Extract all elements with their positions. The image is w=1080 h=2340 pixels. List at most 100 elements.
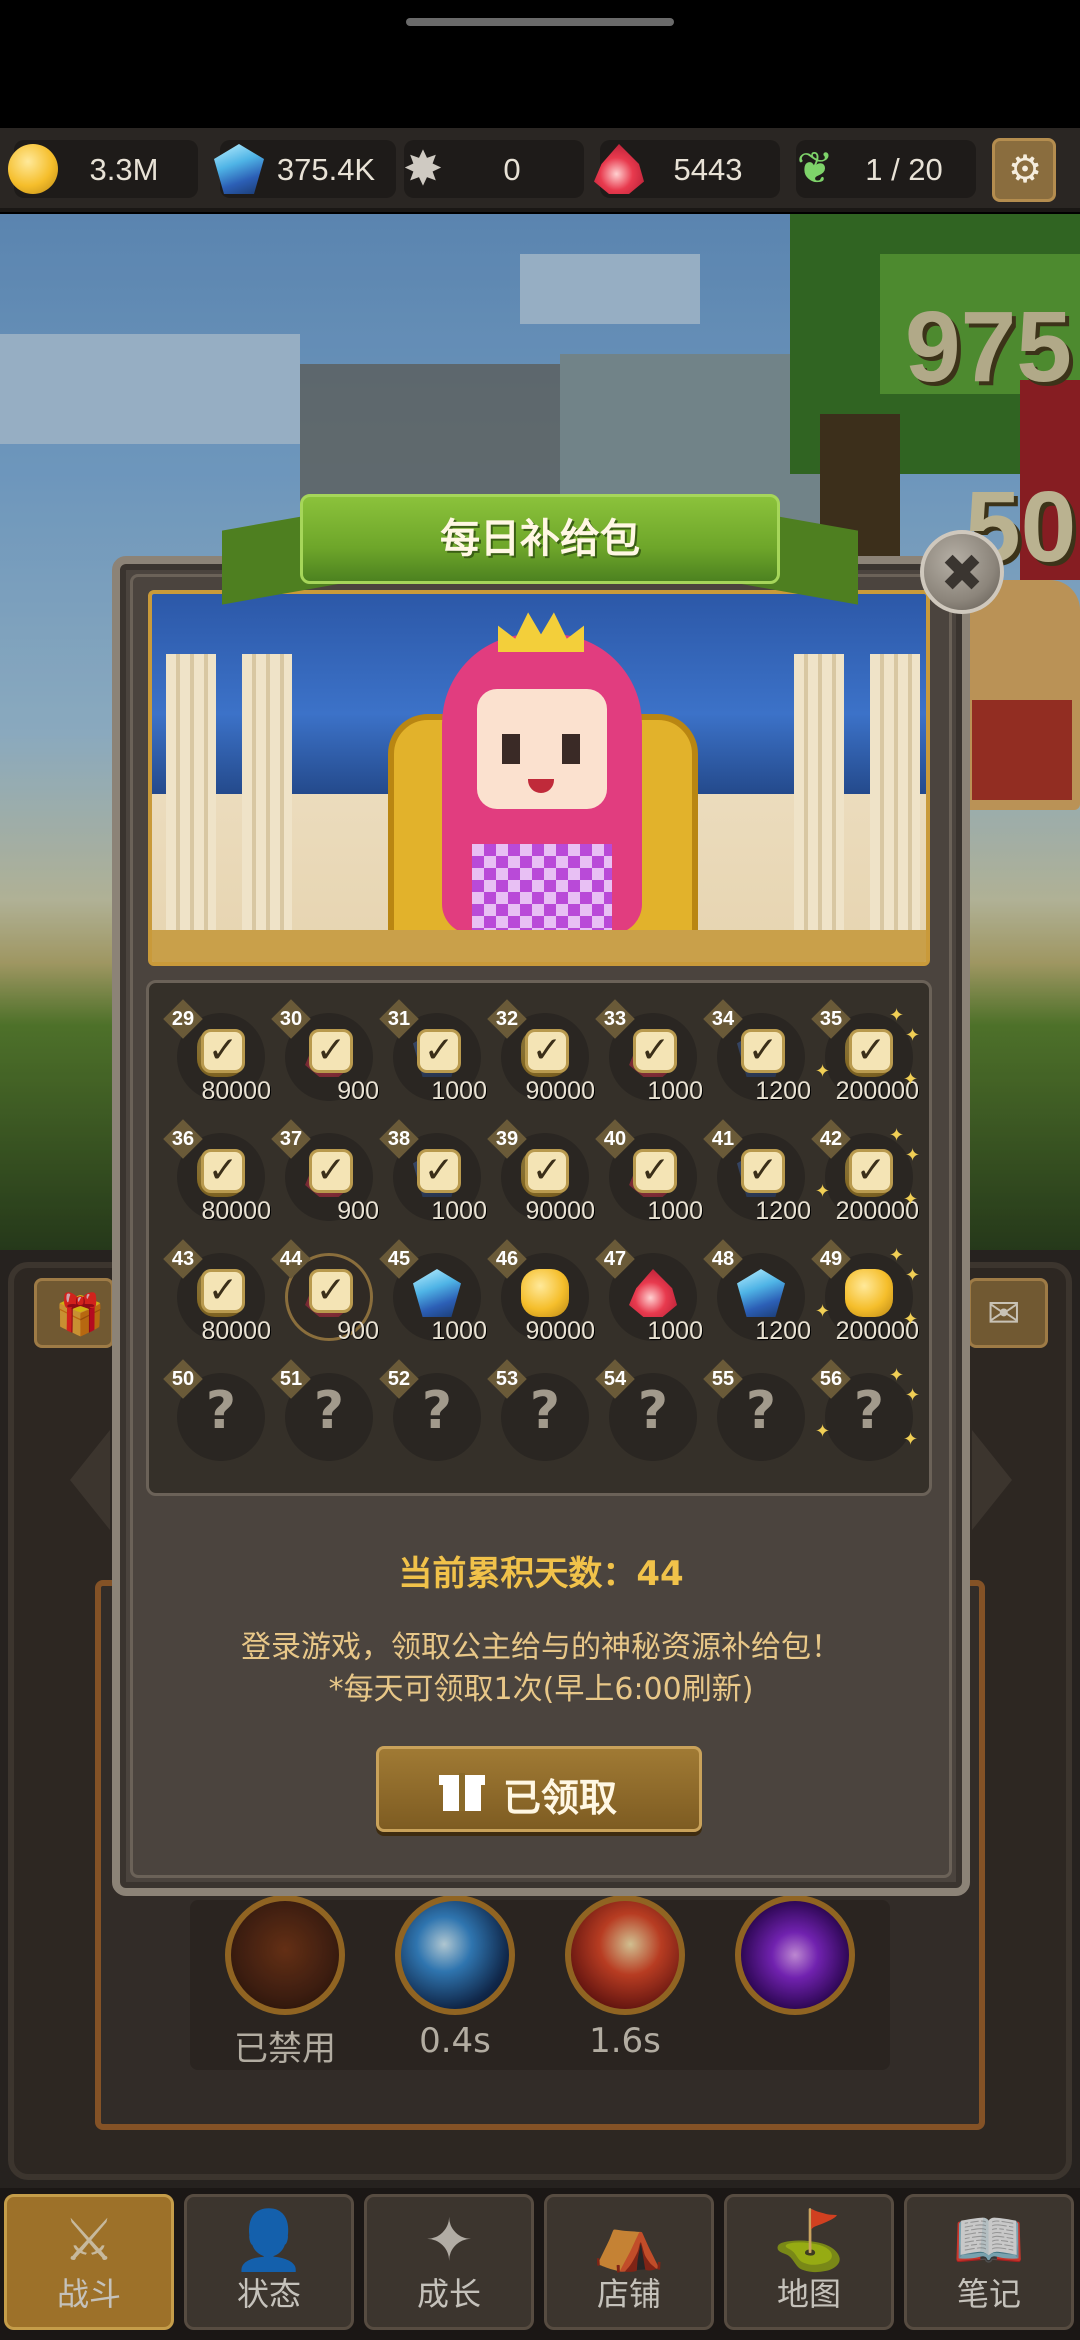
resource-star[interactable]: ✸ 0: [403, 140, 584, 198]
sparkle-icon: ✦: [815, 1061, 831, 1082]
resource-gold[interactable]: 3.3M: [8, 140, 198, 198]
claimed-button-label: 已领取: [503, 1776, 618, 1820]
sparkle-icon: ✦: [903, 1069, 919, 1090]
calendar-day[interactable]: 40 ✓ 1000: [595, 1119, 703, 1237]
calendar-day[interactable]: 56? ✦ ✦ ✦ ✦: [811, 1359, 921, 1477]
day-number: 54: [595, 1359, 635, 1399]
day-number: 38: [379, 1119, 419, 1159]
princess-eye: [562, 734, 580, 764]
calendar-day[interactable]: 44 ✓ 900: [271, 1239, 379, 1357]
description-note: *每天可领取1次(早上6:00刷新): [328, 1672, 754, 1707]
calendar-day[interactable]: 42 ✓ 200000 ✦ ✦ ✦ ✦: [811, 1119, 920, 1237]
gift-icon: [439, 1767, 485, 1813]
close-button[interactable]: ✖: [920, 530, 1004, 614]
calendar-day[interactable]: 47 1000: [595, 1239, 703, 1357]
fire-gem-icon: [594, 144, 644, 194]
reward-amount: 1000: [647, 1077, 703, 1105]
day-number: 53: [487, 1359, 527, 1399]
sparkle-icon: ✦: [905, 1385, 921, 1406]
gold-coin-icon: [845, 1269, 893, 1317]
calendar-day[interactable]: 38 ✓ 1000: [379, 1119, 487, 1237]
calendar-day[interactable]: 31 ✓ 1000: [379, 999, 487, 1117]
gear-icon: ⚙: [1007, 147, 1043, 191]
calendar-day[interactable]: 30 ✓ 900: [271, 999, 379, 1117]
crystal-icon: [214, 144, 264, 194]
calendar-day[interactable]: 51?: [271, 1359, 379, 1477]
resource-leaf-value: 1 / 20: [865, 152, 943, 187]
calendar-day[interactable]: 37 ✓ 900: [271, 1119, 379, 1237]
reward-amount: 80000: [201, 1197, 271, 1225]
calendar-day[interactable]: 46 90000: [487, 1239, 595, 1357]
pillar: [166, 654, 216, 962]
resource-fire-value: 5443: [673, 152, 743, 187]
reward-amount: 80000: [201, 1317, 271, 1345]
day-number: 47: [595, 1239, 635, 1279]
calendar-day[interactable]: 35 ✓ 200000 ✦ ✦ ✦ ✦: [811, 999, 920, 1117]
resource-star-value: 0: [503, 152, 521, 187]
sparkle-icon: ✦: [889, 1125, 905, 1146]
day-number: 32: [487, 999, 527, 1039]
calendar-day[interactable]: 53?: [487, 1359, 595, 1477]
day-number: 34: [703, 999, 743, 1039]
reward-amount: 1000: [431, 1077, 487, 1105]
pillar: [794, 654, 844, 962]
dialog-title: 每日补给包: [440, 516, 640, 562]
throne-floor: [152, 930, 926, 962]
resource-fire[interactable]: 5443: [594, 140, 780, 198]
resource-bar: 3.3M 375.4K ✸ 0 5443 ❦ 1 / 20: [0, 128, 1080, 212]
claimed-button[interactable]: 已领取: [376, 1746, 702, 1832]
calendar-day[interactable]: 43 ✓ 80000: [163, 1239, 271, 1357]
day-number: 29: [163, 999, 203, 1039]
check-icon: ✓: [417, 1149, 461, 1193]
sparkle-icon: ✦: [905, 1265, 921, 1286]
calendar-day[interactable]: 45 1000: [379, 1239, 487, 1357]
calendar-day[interactable]: 55?: [703, 1359, 811, 1477]
day-number: 30: [271, 999, 311, 1039]
check-icon: ✓: [849, 1149, 893, 1193]
calendar-day[interactable]: 33 ✓ 1000: [595, 999, 703, 1117]
check-icon: ✓: [633, 1029, 677, 1073]
check-icon: ✓: [741, 1029, 785, 1073]
check-icon: ✓: [741, 1149, 785, 1193]
day-number: 41: [703, 1119, 743, 1159]
calendar-day[interactable]: 36 ✓ 80000: [163, 1119, 271, 1237]
resource-leaf[interactable]: ❦ 1 / 20: [796, 140, 976, 198]
day-number: 42: [811, 1119, 851, 1159]
status-pill: [406, 18, 674, 26]
calendar-day[interactable]: 29 ✓ 80000: [163, 999, 271, 1117]
reward-amount: 900: [337, 1317, 379, 1345]
dialog-title-banner: 每日补给包: [300, 494, 780, 584]
calendar-day[interactable]: 34 ✓ 1200: [703, 999, 811, 1117]
day-number: 51: [271, 1359, 311, 1399]
resource-crystal[interactable]: 375.4K: [214, 140, 396, 198]
day-number: 49: [811, 1239, 851, 1279]
day-number: 39: [487, 1119, 527, 1159]
check-icon: ✓: [525, 1149, 569, 1193]
check-icon: ✓: [525, 1029, 569, 1073]
calendar-day[interactable]: 54?: [595, 1359, 703, 1477]
settings-button[interactable]: ⚙: [992, 138, 1056, 202]
calendar-day[interactable]: 49 200000 ✦ ✦ ✦ ✦: [811, 1239, 921, 1357]
check-icon: ✓: [309, 1269, 353, 1313]
check-icon: ✓: [201, 1029, 245, 1073]
calendar-day[interactable]: 41 ✓ 1200: [703, 1119, 811, 1237]
calendar-day[interactable]: 52?: [379, 1359, 487, 1477]
princess-artwork: [148, 590, 930, 966]
reward-amount: 900: [337, 1077, 379, 1105]
check-icon: ✓: [417, 1029, 461, 1073]
check-icon: ✓: [201, 1149, 245, 1193]
check-icon: ✓: [849, 1029, 893, 1073]
day-number: 37: [271, 1119, 311, 1159]
accumulated-days: 当前累积天数：44: [398, 1554, 684, 1594]
day-number: 52: [379, 1359, 419, 1399]
calendar-day[interactable]: 48 1200: [703, 1239, 811, 1357]
reward-amount: 90000: [525, 1077, 595, 1105]
reward-amount: 1000: [647, 1317, 703, 1345]
day-number: 35: [811, 999, 851, 1039]
day-number: 46: [487, 1239, 527, 1279]
calendar-day[interactable]: 32 ✓ 90000: [487, 999, 595, 1117]
calendar-day[interactable]: 50?: [163, 1359, 271, 1477]
calendar-day[interactable]: 39 ✓ 90000: [487, 1119, 595, 1237]
check-icon: ✓: [309, 1029, 353, 1073]
day-number: 36: [163, 1119, 203, 1159]
